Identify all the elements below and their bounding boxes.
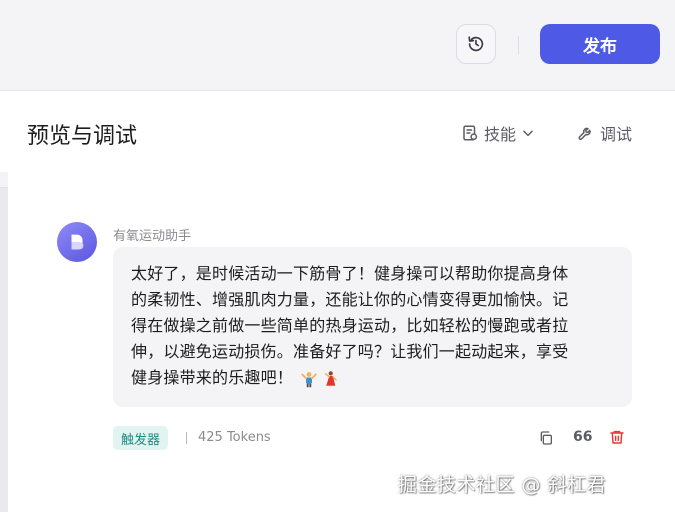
message-line: 得在做操之前做一些简单的热身运动，比如轻松的慢跑或者拉 — [131, 316, 569, 335]
message-line: 伸，以避免运动损伤。准备好了吗？让我们一起动起来，享受 — [131, 342, 569, 361]
chevron-down-icon — [523, 130, 533, 137]
history-button[interactable] — [456, 24, 496, 64]
bot-avatar — [57, 222, 97, 262]
emoji-group — [300, 370, 339, 388]
debug-label: 调试 — [600, 125, 633, 144]
message-bubble: 太好了，是时候活动一下筋骨了！健身操可以帮助你提高身体 的柔韧性、增强肌肉力量，… — [113, 247, 632, 407]
message-line: 的柔韧性、增强肌肉力量，还能让你的心情变得更加愉快。记 — [131, 290, 569, 309]
message-line: 太好了，是时候活动一下筋骨了！健身操可以帮助你提高身体 — [131, 264, 569, 283]
history-icon — [468, 36, 484, 52]
debug-button[interactable]: 调试 — [577, 122, 632, 144]
skills-dropdown[interactable]: 技能 — [461, 122, 535, 144]
sender-name: 有氧运动助手 — [113, 229, 192, 244]
page-title: 预览与调试 — [27, 124, 138, 149]
toolbar-divider — [518, 36, 519, 54]
copy-icon — [540, 431, 552, 445]
token-count: 425 Tokens — [198, 430, 271, 445]
message-text: 太好了，是时候活动一下筋骨了！健身操可以帮助你提高身体 的柔韧性、增强肌肉力量，… — [131, 261, 614, 391]
bot-logo-icon — [71, 234, 84, 250]
message-line: 健身操带来的乐趣吧！ — [131, 368, 294, 387]
top-toolbar: 发布 — [0, 0, 675, 91]
publish-button[interactable]: 发布 — [540, 24, 660, 64]
preview-debug-header: 预览与调试 技能 调试 — [0, 92, 675, 172]
skills-label: 技能 — [484, 125, 517, 144]
dancing-woman-emoji — [325, 370, 338, 386]
delete-button[interactable] — [609, 429, 625, 445]
left-panel-edge-top — [0, 172, 8, 188]
watermark-text: 掘金技术社区 @ 斜杠君 — [398, 474, 607, 496]
wrench-icon — [578, 127, 591, 140]
skills-icon — [463, 125, 478, 141]
copy-button[interactable] — [538, 430, 554, 446]
footer-separator — [186, 432, 187, 444]
flexing-person-emoji — [301, 371, 317, 387]
trash-icon — [610, 430, 624, 444]
trigger-tag[interactable]: 触发器 — [113, 426, 169, 450]
quote-button[interactable]: 66 — [573, 429, 592, 445]
left-panel-edge — [0, 172, 8, 512]
message-line-last: 健身操带来的乐趣吧！ — [131, 365, 614, 391]
